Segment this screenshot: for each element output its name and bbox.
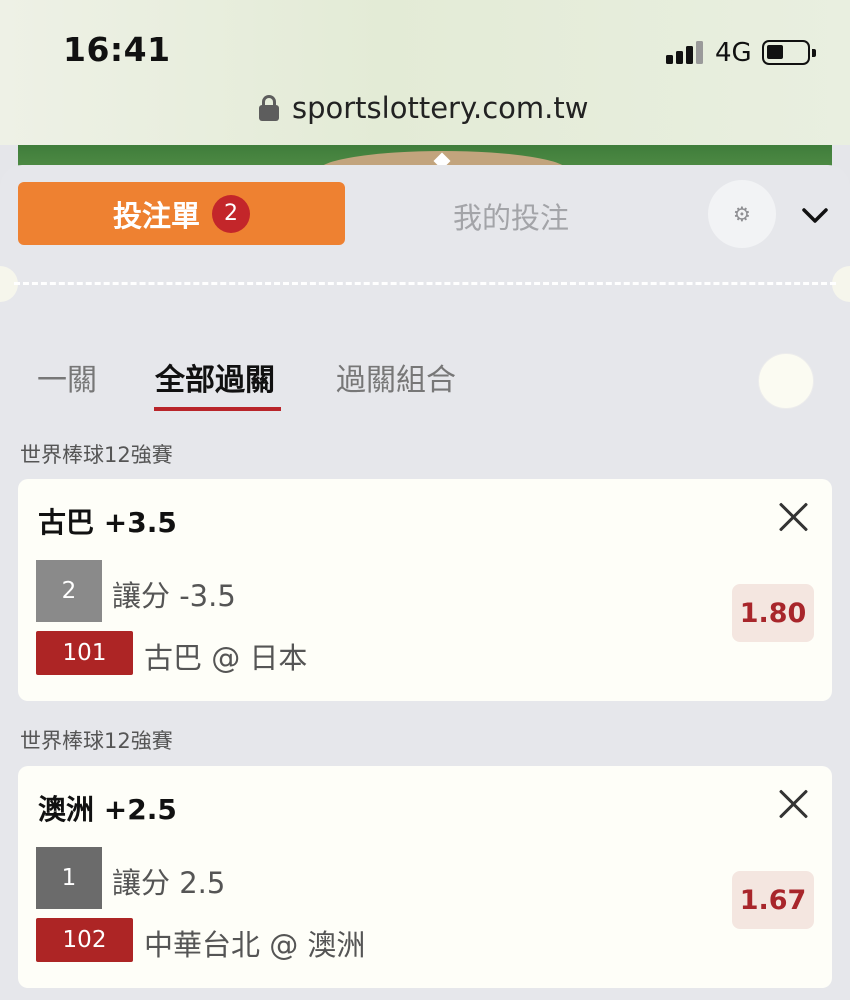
baseball-field-background [18, 145, 832, 167]
bet-selection-title: 澳洲 +2.5 [38, 793, 177, 826]
cellular-signal-icon [666, 40, 706, 64]
match-name: 中華台北 @ 澳洲 [144, 928, 366, 962]
bet-card: 澳洲 +2.5 1 讓分 2.5 102 中華台北 @ 澳洲 1.67 [18, 766, 832, 988]
league-title: 世界棒球12強賽 [20, 443, 173, 467]
betslip-label: 投注單 [112, 198, 200, 233]
tab-parlay-combo[interactable]: 過關組合 [336, 355, 456, 399]
url-text: sportslottery.com.tw [292, 91, 589, 125]
bet-card: 古巴 +3.5 2 讓分 -3.5 101 古巴 @ 日本 1.80 [18, 479, 832, 701]
selection-number: 2 [36, 560, 102, 622]
status-time: 16:41 [63, 30, 171, 69]
game-number-badge: 101 [36, 631, 133, 675]
url-bar[interactable]: sportslottery.com.tw [258, 90, 588, 126]
betslip-sheet: 投注單 2 我的投注 ⚙ 一關 全部過關 過關組合 世界棒球12強賽 古巴 +3… [0, 165, 850, 1000]
odds-value: 1.67 [732, 871, 814, 929]
remove-bet-close-icon[interactable] [778, 501, 810, 533]
league-title: 世界棒球12強賽 [20, 729, 173, 753]
lock-icon [258, 94, 280, 122]
game-number-badge: 102 [36, 918, 133, 962]
bet-type-tabs: 一關 全部過關 過關組合 [0, 353, 850, 415]
active-tab-indicator [154, 407, 281, 411]
network-type: 4G [715, 38, 752, 68]
selection-number: 1 [36, 847, 102, 909]
remove-bet-close-icon[interactable] [778, 788, 810, 820]
my-bets-tab[interactable]: 我的投注 [453, 195, 569, 237]
betslip-count-badge: 2 [212, 194, 250, 233]
battery-icon [762, 40, 816, 65]
tab-single[interactable]: 一關 [37, 355, 97, 399]
floating-circle-button[interactable] [758, 353, 814, 409]
match-name: 古巴 @ 日本 [144, 641, 308, 675]
betslip-tab-button[interactable]: 投注單 2 [18, 182, 345, 245]
settings-gear-icon[interactable]: ⚙ [708, 180, 776, 248]
bet-type: 讓分 2.5 [112, 866, 226, 900]
odds-value: 1.80 [732, 584, 814, 642]
bet-selection-title: 古巴 +3.5 [38, 506, 177, 539]
browser-chrome: 16:41 4G sportslottery.com.tw [0, 0, 850, 145]
bet-type: 讓分 -3.5 [112, 579, 236, 613]
tab-all-parlay[interactable]: 全部過關 [155, 355, 275, 399]
chevron-down-icon[interactable] [800, 200, 830, 230]
ticket-divider [14, 282, 836, 285]
